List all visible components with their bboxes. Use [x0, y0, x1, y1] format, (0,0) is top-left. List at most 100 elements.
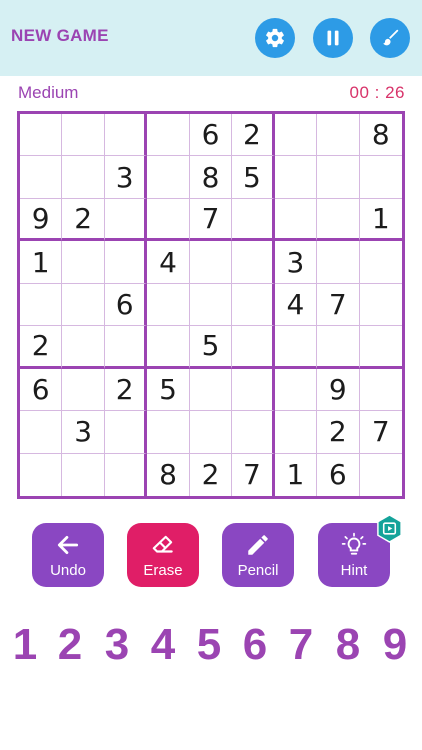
- board-cell[interactable]: [359, 241, 402, 284]
- board-cell[interactable]: [20, 453, 63, 496]
- board-cell[interactable]: [62, 241, 105, 284]
- hint-label: Hint: [340, 561, 368, 579]
- board-cell[interactable]: [104, 198, 148, 242]
- board-cell[interactable]: 6: [189, 114, 233, 157]
- board-cell[interactable]: [359, 156, 402, 199]
- board-cell[interactable]: 5: [147, 368, 190, 412]
- board-cell[interactable]: [147, 156, 190, 199]
- board-cell[interactable]: [189, 241, 233, 284]
- board-cell[interactable]: 2: [190, 453, 233, 496]
- board-cell[interactable]: [104, 326, 148, 369]
- board-cell[interactable]: 6: [104, 283, 148, 327]
- board-cell[interactable]: 8: [359, 114, 402, 157]
- board-cell[interactable]: 9: [317, 368, 360, 412]
- number-button-1[interactable]: 1: [3, 618, 47, 672]
- number-button-5[interactable]: 5: [187, 618, 231, 672]
- number-button-9[interactable]: 9: [373, 618, 417, 672]
- board-cell[interactable]: [62, 114, 105, 157]
- board-cell[interactable]: [274, 326, 318, 369]
- board-cell[interactable]: 1: [20, 241, 63, 284]
- board-cell[interactable]: [104, 114, 148, 157]
- board-cell[interactable]: [147, 326, 190, 369]
- board-cell[interactable]: 4: [274, 283, 318, 327]
- settings-button[interactable]: [255, 18, 295, 58]
- board-cell[interactable]: [104, 241, 148, 284]
- board-cell[interactable]: 7: [232, 453, 275, 496]
- board-cell[interactable]: [62, 368, 105, 412]
- pause-button[interactable]: [313, 18, 353, 58]
- board-cell[interactable]: 7: [317, 283, 360, 327]
- board-cell[interactable]: [317, 326, 360, 369]
- board-cell[interactable]: [62, 326, 105, 369]
- new-game-button[interactable]: NEW GAME: [11, 26, 109, 46]
- board-cell[interactable]: 4: [147, 241, 190, 284]
- board-cell[interactable]: [189, 283, 233, 327]
- board-cell[interactable]: 2: [104, 368, 148, 412]
- board-cell[interactable]: 9: [20, 198, 63, 242]
- board-cell[interactable]: [189, 368, 233, 412]
- board-cell[interactable]: 8: [189, 156, 233, 199]
- board-cell[interactable]: [20, 411, 63, 454]
- pause-icon: [327, 30, 339, 46]
- board-cell[interactable]: 7: [189, 198, 233, 242]
- board-cell[interactable]: [232, 283, 275, 327]
- board-cell[interactable]: 3: [274, 241, 318, 284]
- board-cell[interactable]: [232, 368, 275, 412]
- board-cell[interactable]: [274, 411, 318, 454]
- board-cell[interactable]: 3: [62, 411, 105, 454]
- board-cell[interactable]: 2: [232, 114, 275, 157]
- board-cell[interactable]: [317, 156, 360, 199]
- board-cell[interactable]: [232, 326, 275, 369]
- board-cell[interactable]: [232, 241, 275, 284]
- board-cell[interactable]: 2: [20, 326, 63, 369]
- board-cell[interactable]: 6: [20, 368, 63, 412]
- number-button-7[interactable]: 7: [279, 618, 323, 672]
- board-cell[interactable]: [274, 114, 318, 157]
- board-cell[interactable]: 1: [275, 453, 318, 496]
- board-cell[interactable]: [104, 411, 148, 454]
- board-cell[interactable]: [359, 326, 402, 369]
- board-cell[interactable]: [359, 284, 402, 327]
- board-cell[interactable]: [274, 198, 318, 242]
- board-cell[interactable]: [274, 156, 318, 199]
- board-cell[interactable]: [62, 156, 105, 199]
- number-button-3[interactable]: 3: [95, 618, 139, 672]
- board-cell[interactable]: [20, 156, 63, 199]
- number-button-4[interactable]: 4: [141, 618, 185, 672]
- board-cell[interactable]: 6: [317, 453, 360, 496]
- board-cell[interactable]: [147, 114, 190, 157]
- number-button-6[interactable]: 6: [233, 618, 277, 672]
- board-cell[interactable]: [147, 283, 190, 327]
- board-cell[interactable]: 3: [104, 156, 148, 199]
- board-cell[interactable]: [20, 283, 63, 327]
- number-button-2[interactable]: 2: [48, 618, 92, 672]
- board-cell[interactable]: [147, 198, 190, 242]
- theme-button[interactable]: [370, 18, 410, 58]
- board-cell[interactable]: 5: [232, 156, 275, 199]
- erase-button[interactable]: Erase: [127, 523, 199, 587]
- board-cell[interactable]: [62, 453, 105, 496]
- board-cell[interactable]: [317, 114, 360, 157]
- board-cell[interactable]: [232, 411, 275, 454]
- erase-label: Erase: [143, 561, 183, 579]
- board-cell[interactable]: [105, 453, 148, 496]
- pencil-button[interactable]: Pencil: [222, 523, 294, 587]
- board-cell[interactable]: [189, 411, 233, 454]
- board-cell[interactable]: [360, 454, 402, 496]
- board-cell[interactable]: 1: [359, 199, 402, 242]
- board-cell[interactable]: [20, 114, 63, 157]
- board-cell[interactable]: 2: [317, 411, 360, 454]
- board-cell[interactable]: 7: [359, 411, 402, 454]
- board-cell[interactable]: [274, 368, 318, 412]
- board-cell[interactable]: 2: [62, 198, 105, 242]
- board-cell[interactable]: 5: [189, 326, 233, 369]
- board-cell[interactable]: 8: [147, 453, 190, 496]
- board-cell[interactable]: [62, 283, 105, 327]
- board-cell[interactable]: [317, 241, 360, 284]
- board-cell[interactable]: [317, 198, 360, 242]
- board-cell[interactable]: [147, 411, 190, 454]
- board-cell[interactable]: [359, 369, 402, 412]
- undo-button[interactable]: Undo: [32, 523, 104, 587]
- number-button-8[interactable]: 8: [326, 618, 370, 672]
- board-cell[interactable]: [232, 198, 275, 242]
